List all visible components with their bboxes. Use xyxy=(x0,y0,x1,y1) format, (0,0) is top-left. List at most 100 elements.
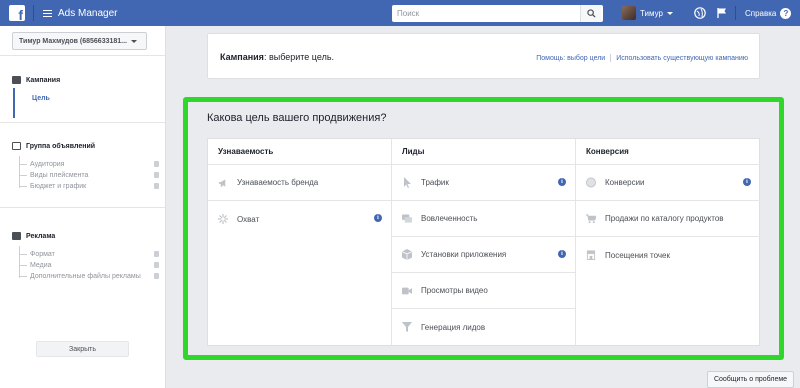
page-title: Кампания: выберите цель. xyxy=(220,52,334,62)
objective-column-conversion: Конверсия Конверсии i Продажи по каталог… xyxy=(576,139,760,345)
sidebar-item-label: Медиа xyxy=(30,262,52,269)
lock-icon xyxy=(154,183,159,189)
divider xyxy=(0,122,165,123)
objective-traffic[interactable]: Трафик i xyxy=(392,165,575,201)
objective-label: Трафик xyxy=(421,178,449,187)
info-icon[interactable]: i xyxy=(743,178,751,186)
lock-icon xyxy=(154,251,159,257)
lock-icon xyxy=(154,273,159,279)
campaign-header-card: Кампания: выберите цель. Помощь: выбор ц… xyxy=(207,33,760,79)
objective-grid: Узнаваемость Узнаваемость бренда Охват i… xyxy=(207,138,760,346)
avatar xyxy=(622,6,636,20)
objective-label: Генерация лидов xyxy=(421,322,486,332)
objective-label: Конверсии xyxy=(605,178,645,187)
divider xyxy=(0,55,165,56)
sidebar-tree: Формат Медиа Дополнительные файлы реклам… xyxy=(19,246,159,286)
facebook-logo-icon[interactable]: f xyxy=(9,5,25,22)
info-icon[interactable]: i xyxy=(558,178,566,186)
sidebar-section-title: Реклама xyxy=(26,232,56,240)
sidebar-item-format: Формат xyxy=(19,249,159,260)
sidebar-section-title: Группа объявлений xyxy=(26,142,96,150)
help-objective-link[interactable]: Помощь: выбор цели xyxy=(536,55,605,62)
campaign-links: Помощь: выбор цели Использовать существу… xyxy=(536,54,748,62)
objective-label: Посещения точек xyxy=(605,250,670,260)
objective-lead-generation[interactable]: Генерация лидов xyxy=(392,309,575,345)
objective-engagement[interactable]: Вовлеченность xyxy=(392,201,575,237)
chat-icon xyxy=(402,213,412,224)
megaphone-icon xyxy=(218,178,228,188)
lock-icon xyxy=(154,172,159,178)
objective-brand-awareness[interactable]: Узнаваемость бренда xyxy=(208,165,391,201)
sidebar-item-label: Формат xyxy=(30,251,55,258)
box-icon xyxy=(402,249,412,260)
chevron-down-icon xyxy=(666,11,673,15)
objective-label: Продажи по каталогу продуктов xyxy=(605,214,724,223)
sidebar-item-audience: Аудитория xyxy=(19,159,159,170)
objective-reach[interactable]: Охват i xyxy=(208,201,391,237)
sidebar-tree: Аудитория Виды плейсмента Бюджет и графи… xyxy=(19,156,159,196)
search-icon xyxy=(586,9,596,18)
help-button[interactable]: Справка ? xyxy=(745,8,792,19)
search-input[interactable] xyxy=(392,6,580,21)
funnel-icon xyxy=(402,322,412,332)
campaign-title-rest: : выберите цель. xyxy=(263,52,335,62)
globe-icon xyxy=(586,177,596,188)
sidebar-section-adset[interactable]: Группа объявлений xyxy=(0,140,165,152)
divider xyxy=(735,6,736,20)
objective-label: Вовлеченность xyxy=(421,214,478,223)
sidebar-item-extra-files: Дополнительные файлы рекламы xyxy=(19,271,159,282)
help-label: Справка xyxy=(745,9,777,18)
sparkle-icon xyxy=(218,214,228,224)
sidebar-item-media: Медиа xyxy=(19,260,159,271)
account-selector[interactable]: Тимур Махмудов (6856633181... xyxy=(12,32,147,50)
user-name: Тимур xyxy=(640,8,663,18)
folder-icon xyxy=(12,76,21,84)
divider xyxy=(33,5,34,21)
account-label: Тимур Махмудов (6856633181... xyxy=(19,37,127,45)
divider xyxy=(0,207,165,208)
ad-icon xyxy=(12,232,21,240)
column-header: Лиды xyxy=(392,139,575,165)
column-header: Узнаваемость xyxy=(208,139,391,165)
objective-catalog-sales[interactable]: Продажи по каталогу продуктов xyxy=(576,201,760,237)
info-icon[interactable]: i xyxy=(558,250,566,258)
objective-column-awareness: Узнаваемость Узнаваемость бренда Охват i xyxy=(208,139,391,345)
sidebar-item-objective[interactable]: Цель xyxy=(32,95,50,102)
sidebar-item-placements: Виды плейсмента xyxy=(19,170,159,181)
sidebar-section-title: Кампания xyxy=(26,76,61,84)
sidebar: Тимур Махмудов (6856633181... Кампания Ц… xyxy=(0,26,166,388)
flag-icon[interactable] xyxy=(716,7,728,19)
use-existing-campaign-link[interactable]: Использовать существующую кампанию xyxy=(616,55,748,62)
info-icon[interactable]: i xyxy=(374,214,382,222)
sidebar-section-campaign[interactable]: Кампания xyxy=(0,74,165,86)
sidebar-item-label: Аудитория xyxy=(30,161,65,168)
chevron-down-icon xyxy=(131,39,137,43)
objective-store-visits[interactable]: Посещения точек xyxy=(576,237,760,273)
top-navigation-bar: f Ads Manager Тимур Справка ? xyxy=(0,0,800,26)
sidebar-item-label: Дополнительные файлы рекламы xyxy=(30,273,141,280)
objective-conversions[interactable]: Конверсии i xyxy=(576,165,760,201)
search-button[interactable] xyxy=(580,5,601,22)
cart-icon xyxy=(586,213,596,224)
objective-label: Просмотры видео xyxy=(421,286,488,295)
app-title: Ads Manager xyxy=(58,7,118,19)
cursor-icon xyxy=(402,177,412,188)
objective-app-installs[interactable]: Установки приложения i xyxy=(392,237,575,273)
search-box xyxy=(392,5,603,22)
report-problem-button[interactable]: Сообщить о проблеме xyxy=(707,371,794,388)
globe-icon[interactable] xyxy=(694,7,706,19)
campaign-title-bold: Кампания xyxy=(220,52,264,62)
video-icon xyxy=(402,286,412,296)
sidebar-section-ad[interactable]: Реклама xyxy=(0,230,165,242)
menu-icon[interactable] xyxy=(43,9,52,17)
objective-column-leads: Лиды Трафик i Вовлеченность Установки пр… xyxy=(392,139,575,345)
sidebar-item-budget: Бюджет и график xyxy=(19,181,159,192)
objective-video-views[interactable]: Просмотры видео xyxy=(392,273,575,309)
sidebar-item-label: Виды плейсмента xyxy=(30,172,89,179)
lock-icon xyxy=(154,161,159,167)
objective-label: Охват xyxy=(237,214,260,224)
objective-label: Установки приложения xyxy=(421,250,507,259)
active-indicator xyxy=(13,88,15,118)
user-menu[interactable]: Тимур xyxy=(622,6,673,20)
close-button[interactable]: Закрыть xyxy=(36,341,129,357)
